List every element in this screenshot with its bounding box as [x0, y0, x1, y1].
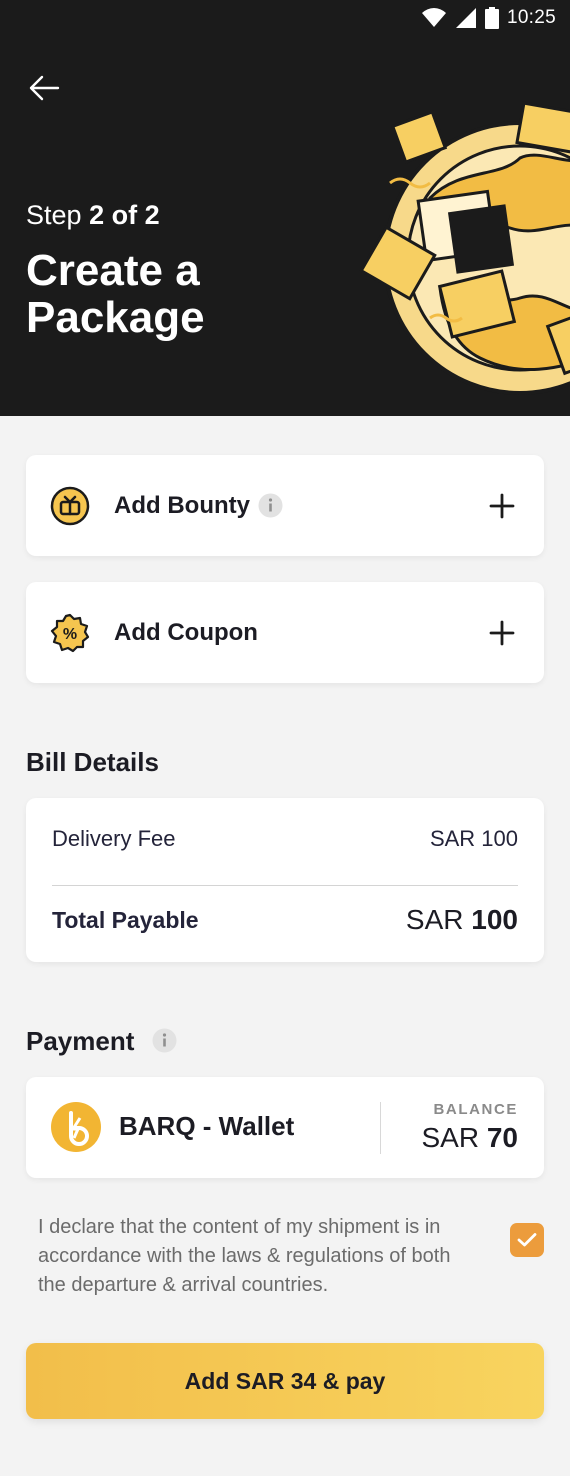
info-icon[interactable] — [258, 493, 283, 518]
payment-title-label: Payment — [26, 1026, 135, 1056]
balance-amount: 70 — [486, 1122, 518, 1153]
wallet-divider — [380, 1102, 381, 1154]
declaration-text: I declare that the content of my shipmen… — [38, 1216, 451, 1296]
total-amount: 100 — [471, 904, 518, 935]
add-bounty-plus-icon[interactable] — [488, 492, 516, 520]
total-currency: SAR — [405, 904, 464, 935]
status-time: 10:25 — [506, 7, 556, 28]
balance-currency: SAR — [421, 1122, 480, 1153]
svg-text:%: % — [63, 626, 77, 643]
barq-logo-icon — [51, 1102, 101, 1152]
back-arrow-icon[interactable] — [26, 70, 62, 106]
header-banner: 10:25 Step 2 of 2 Create a Package — [0, 0, 570, 416]
step-indicator: Step 2 of 2 — [26, 200, 160, 231]
status-bar: 10:25 — [421, 6, 556, 30]
delivery-fee-value: SAR 100 — [429, 826, 518, 851]
balance-value: SAR 70 — [421, 1122, 518, 1154]
coupon-percent-icon: % — [50, 613, 90, 652]
bill-details-card: Delivery Fee SAR 100 Total Payable SAR 1… — [26, 798, 544, 962]
delivery-fee-label: Delivery Fee — [52, 826, 176, 851]
delivery-fee-row: Delivery Fee SAR 100 — [52, 826, 518, 852]
add-bounty-card[interactable]: Add Bounty — [26, 455, 544, 556]
wifi-icon — [421, 8, 446, 27]
battery-icon — [484, 7, 499, 29]
bill-details-title: Bill Details — [26, 747, 159, 777]
step-prefix: Step — [26, 200, 82, 230]
balance-label: BALANCE — [433, 1101, 518, 1118]
add-and-pay-button[interactable]: Add SAR 34 & pay — [26, 1343, 544, 1419]
page-title: Create a Package — [26, 246, 205, 342]
wallet-name: BARQ - Wallet — [119, 1111, 295, 1141]
payment-title: Payment — [26, 1026, 177, 1057]
total-payable-label: Total Payable — [52, 906, 199, 933]
payment-info-icon[interactable] — [152, 1028, 177, 1053]
signal-icon — [455, 8, 476, 28]
total-payable-row: Total Payable SAR 100 — [52, 904, 518, 936]
step-value: 2 of 2 — [89, 200, 160, 230]
add-coupon-card[interactable]: % Add Coupon — [26, 582, 544, 683]
wallet-card[interactable]: BARQ - Wallet BALANCE SAR 70 — [26, 1077, 544, 1178]
total-payable-value: SAR 100 — [406, 904, 518, 936]
globe-packages-illustration — [359, 101, 570, 395]
add-coupon-label: Add Coupon — [114, 618, 258, 646]
declaration-checkbox[interactable] — [510, 1223, 544, 1257]
add-bounty-label: Add Bounty — [114, 491, 250, 519]
checkmark-icon — [517, 1233, 537, 1247]
add-coupon-plus-icon[interactable] — [488, 619, 516, 647]
bill-divider — [52, 885, 518, 886]
bounty-icon — [50, 486, 90, 525]
